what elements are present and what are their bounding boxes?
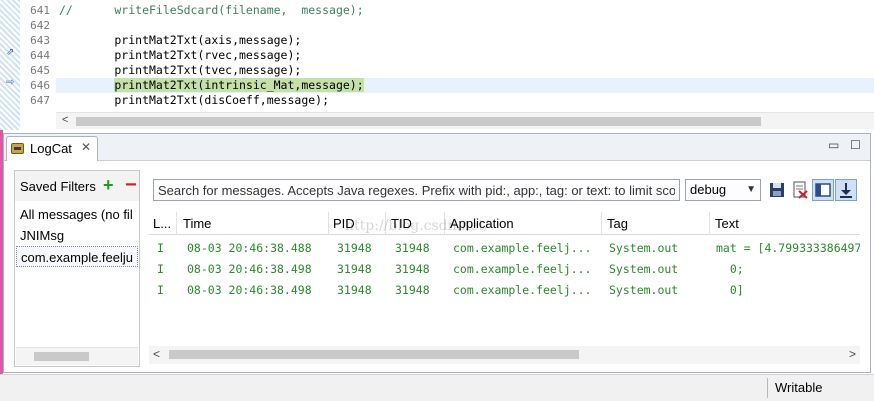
minimize-icon[interactable]: ▭ xyxy=(828,138,839,152)
scroll-left-icon[interactable]: < xyxy=(153,347,160,361)
line-number: 647 xyxy=(30,94,50,107)
scroll-to-end-icon xyxy=(840,183,852,198)
table-row[interactable]: I 08-03 20:46:38.488 31948 31948 com.exa… xyxy=(149,238,860,259)
cell-tid: 31948 xyxy=(395,262,430,276)
cell-pid: 31948 xyxy=(337,262,372,276)
code-line[interactable]: // writeFileSdcard(filename, message); xyxy=(56,3,874,18)
table-row[interactable]: I 08-03 20:46:38.498 31948 31948 com.exa… xyxy=(149,259,860,280)
code-editor[interactable]: ⇗ ⇨ 641 642 643 644 645 646 647 // write… xyxy=(0,0,874,130)
panel-layout-icon xyxy=(815,183,831,197)
column-header-time[interactable]: Time xyxy=(179,212,329,235)
override-marker-icon: ⇗ xyxy=(6,47,15,58)
line-number: 645 xyxy=(30,64,50,77)
code-line[interactable]: printMat2Txt(rvec,message); xyxy=(56,48,874,63)
status-divider xyxy=(767,378,768,398)
tab-logcat[interactable]: LogCat ✕ xyxy=(6,136,98,161)
logcat-view: LogCat ✕ ▭ ☐ Saved Filters + − All messa… xyxy=(3,133,871,373)
scroll-lock-button[interactable] xyxy=(835,179,857,201)
maximize-icon[interactable]: ☐ xyxy=(850,138,861,152)
cell-tid: 31948 xyxy=(395,241,430,255)
clear-log-icon xyxy=(793,181,808,199)
code-line[interactable] xyxy=(56,18,874,33)
scroll-right-icon[interactable]: > xyxy=(849,347,856,361)
editor-annotation-ruler xyxy=(0,0,20,130)
cell-text: 0] xyxy=(716,283,744,297)
code-line[interactable]: printMat2Txt(disCoeff,message); xyxy=(56,93,874,108)
line-number: 641 xyxy=(30,4,50,17)
cell-pid: 31948 xyxy=(337,241,372,255)
filter-item-selected[interactable]: com.example.feelju xyxy=(16,246,138,267)
line-number-gutter: 641 642 643 644 645 646 647 xyxy=(20,0,54,112)
saved-filters-panel: Saved Filters + − All messages (no fil J… xyxy=(14,170,140,367)
close-icon[interactable]: ✕ xyxy=(81,140,91,154)
code-line[interactable]: printMat2Txt(tvec,message); xyxy=(56,63,874,78)
search-input[interactable] xyxy=(153,179,680,201)
saved-filters-header: Saved Filters + − xyxy=(15,171,139,201)
scrollbar-thumb[interactable] xyxy=(76,117,761,126)
log-level-select[interactable]: debug ▼ xyxy=(685,179,761,201)
column-header-tag[interactable]: Tag xyxy=(603,212,710,235)
write-mode-status: Writable xyxy=(775,380,823,395)
log-table-header: L... Time PID TID Application Tag Text xyxy=(149,212,860,235)
cell-level: I xyxy=(157,283,164,297)
line-number: 646 xyxy=(30,79,50,92)
code-line[interactable]: printMat2Txt(axis,message); xyxy=(56,33,874,48)
cell-application: com.example.feelj... xyxy=(453,262,592,276)
debug-current-line-icon: ⇨ xyxy=(6,77,15,88)
cell-time: 08-03 20:46:38.488 xyxy=(187,241,312,255)
save-icon xyxy=(770,183,784,197)
saved-filters-title: Saved Filters xyxy=(20,179,96,194)
log-level-value: debug xyxy=(690,182,727,197)
status-bar: Writable xyxy=(0,374,874,401)
chevron-down-icon: ▼ xyxy=(746,184,756,195)
editor-horizontal-scrollbar[interactable]: < xyxy=(56,112,874,129)
cell-level: I xyxy=(157,262,164,276)
cell-application: com.example.feelj... xyxy=(453,283,592,297)
line-number: 644 xyxy=(30,49,50,62)
add-filter-icon[interactable]: + xyxy=(103,176,114,194)
cell-text: 0; xyxy=(716,262,744,276)
scrollbar-thumb[interactable] xyxy=(169,350,579,359)
log-table: L... Time PID TID Application Tag Text I… xyxy=(149,210,860,368)
cell-time: 08-03 20:46:38.498 xyxy=(187,262,312,276)
code-area[interactable]: // writeFileSdcard(filename, message); p… xyxy=(56,0,874,112)
column-header-text[interactable]: Text xyxy=(711,212,860,235)
cell-tag: System.out xyxy=(609,262,679,276)
clear-log-button[interactable] xyxy=(789,179,811,201)
cell-time: 08-03 20:46:38.498 xyxy=(187,283,312,297)
cell-application: com.example.feelj... xyxy=(453,241,592,255)
log-horizontal-scrollbar[interactable]: < > xyxy=(149,346,860,364)
filter-item[interactable]: All messages (no fil xyxy=(16,204,138,225)
highlighted-statement: printMat2Txt(intrinsic_Mat,message); xyxy=(114,78,364,92)
line-number: 643 xyxy=(30,34,50,47)
cell-tag: System.out xyxy=(609,283,679,297)
scroll-left-icon[interactable]: < xyxy=(62,114,68,126)
cell-tid: 31948 xyxy=(395,283,430,297)
view-tab-bar: LogCat ✕ ▭ ☐ xyxy=(4,134,870,161)
line-number: 642 xyxy=(30,19,50,32)
remove-filter-icon[interactable]: − xyxy=(125,175,137,195)
toggle-filters-button[interactable] xyxy=(812,179,834,201)
save-log-button[interactable] xyxy=(766,179,788,201)
cell-tag: System.out xyxy=(609,241,679,255)
cell-level: I xyxy=(157,241,164,255)
cell-pid: 31948 xyxy=(337,283,372,297)
scrollbar-thumb[interactable] xyxy=(34,352,89,361)
filters-horizontal-scrollbar[interactable] xyxy=(16,347,138,365)
column-header-level[interactable]: L... xyxy=(149,212,177,235)
logcat-icon xyxy=(11,143,24,154)
current-code-line[interactable]: printMat2Txt(intrinsic_Mat,message); xyxy=(56,78,874,93)
table-row[interactable]: I 08-03 20:46:38.498 31948 31948 com.exa… xyxy=(149,280,860,301)
watermark: http://blog.csdn.net/ xyxy=(345,218,489,234)
filter-item[interactable]: JNIMsg xyxy=(16,225,138,246)
tab-label: LogCat xyxy=(30,141,72,156)
cell-text: mat = [4.799333386497 xyxy=(716,241,860,255)
